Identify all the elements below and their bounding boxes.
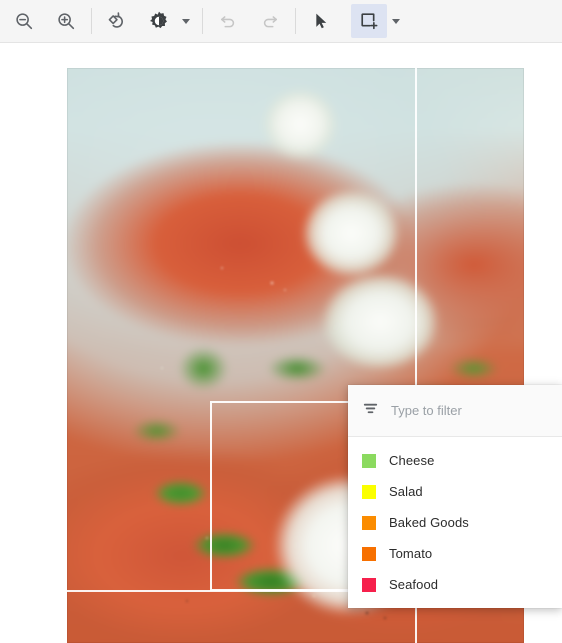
list-item-label: Baked Goods: [389, 515, 469, 530]
filter-icon: [362, 400, 379, 422]
image-annotation-window: Cheese Salad Baked Goods Tomato Seafood: [0, 0, 562, 643]
box-tool-dropdown-caret[interactable]: [387, 4, 405, 38]
color-swatch: [362, 577, 376, 592]
pointer-tool-icon: [311, 11, 331, 31]
list-item-seafood[interactable]: Seafood: [348, 569, 562, 600]
list-item-cheese[interactable]: Cheese: [348, 445, 562, 476]
toolbar-divider-1: [91, 8, 92, 34]
brightness-contrast-button[interactable]: [141, 4, 177, 38]
pointer-tool-button[interactable]: [303, 4, 339, 38]
color-swatch: [362, 546, 376, 561]
zoom-out-button[interactable]: [6, 4, 42, 38]
color-swatch: [362, 453, 376, 468]
list-item-baked-goods[interactable]: Baked Goods: [348, 507, 562, 538]
list-item-tomato[interactable]: Tomato: [348, 538, 562, 569]
toolbar: [0, 0, 562, 43]
color-swatch: [362, 484, 376, 499]
zoom-in-icon: [55, 10, 77, 32]
undo-button[interactable]: [210, 4, 246, 38]
list-item-label: Tomato: [389, 546, 433, 561]
list-item-label: Seafood: [389, 577, 439, 592]
list-item-label: Cheese: [389, 453, 435, 468]
redo-button[interactable]: [252, 4, 288, 38]
toolbar-divider-3: [295, 8, 296, 34]
add-box-tool-button[interactable]: [351, 4, 387, 38]
rotate-left-button[interactable]: [99, 4, 135, 38]
filter-panel-header: [348, 385, 562, 437]
zoom-out-icon: [13, 10, 35, 32]
chevron-down-icon: [182, 18, 190, 24]
add-box-tool-icon: [358, 10, 380, 32]
filter-input[interactable]: [391, 403, 521, 418]
list-item-salad[interactable]: Salad: [348, 476, 562, 507]
color-swatch: [362, 515, 376, 530]
label-filter-panel: Cheese Salad Baked Goods Tomato Seafood: [348, 385, 562, 608]
brightness-dropdown-caret[interactable]: [177, 4, 195, 38]
toolbar-divider-2: [202, 8, 203, 34]
chevron-down-icon: [392, 18, 400, 24]
zoom-in-button[interactable]: [48, 4, 84, 38]
label-list: Cheese Salad Baked Goods Tomato Seafood: [348, 437, 562, 600]
undo-icon: [217, 10, 239, 32]
rotate-left-icon: [106, 10, 129, 33]
list-item-label: Salad: [389, 484, 423, 499]
redo-icon: [259, 10, 281, 32]
brightness-contrast-icon: [148, 10, 170, 32]
